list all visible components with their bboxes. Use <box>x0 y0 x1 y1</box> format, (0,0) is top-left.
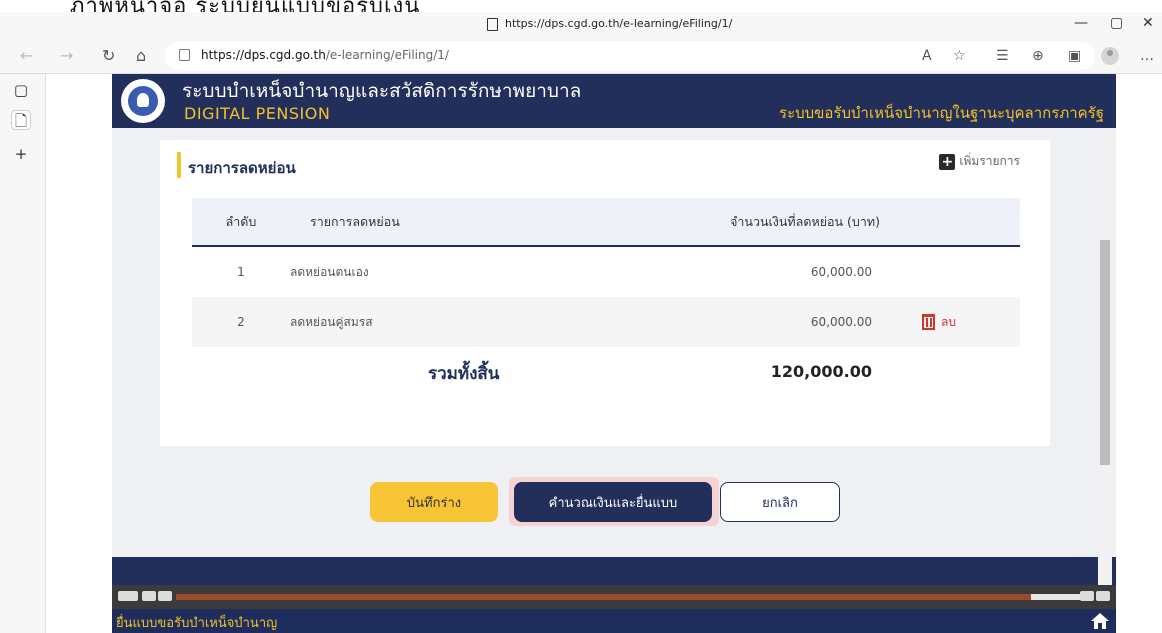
table-header: ลำดับ รายการลดหย่อน จำนวนเงินที่ลดหย่อน … <box>192 198 1020 247</box>
total-label: รวมทั้งสิ้น <box>428 364 500 384</box>
deduction-card: รายการลดหย่อน + เพิ่มรายการ ลำดับ รายการล… <box>160 140 1050 446</box>
tab-actions-icon[interactable]: ▢ <box>11 80 31 100</box>
partial-caption: ภาพหน้าจอ ระบบยื่นแบบขอรับเงิน <box>0 0 1162 12</box>
row-index: 2 <box>237 315 245 329</box>
scrollbar-thumb[interactable] <box>1100 240 1110 465</box>
section-title: รายการลดหย่อน <box>188 159 296 177</box>
url-bar[interactable]: https://dps.cgd.go.th/e-learning/eFiling… <box>165 42 1095 70</box>
window-titlebar: https://dps.cgd.go.th/e-learning/eFiling… <box>0 12 1162 38</box>
web-page: ระบบบำเหน็จบำนาญและสวัสดิการรักษาพยาบาล … <box>112 74 1116 633</box>
prev-icon[interactable] <box>142 591 156 601</box>
lock-icon <box>179 49 190 61</box>
home-icon[interactable]: ⌂ <box>136 46 146 65</box>
refresh-icon[interactable]: ↻ <box>102 46 115 65</box>
system-name: ระบบบำเหน็จบำนาญและสวัสดิการรักษาพยาบาล <box>182 80 582 102</box>
cancel-button[interactable]: ยกเลิก <box>720 482 840 522</box>
table-row: 2 ลดหย่อนคู่สมรส 60,000.00 ลบ <box>192 297 1020 347</box>
table-row: 1 ลดหย่อนตนเอง 60,000.00 <box>192 247 1020 297</box>
plus-icon: + <box>939 153 956 170</box>
deduction-table: ลำดับ รายการลดหย่อน จำนวนเงินที่ลดหย่อน … <box>192 198 1020 347</box>
module-title: ยื่นแบบขอรับบำเหน็จบำนาญ <box>116 616 278 631</box>
read-aloud-icon[interactable]: A <box>922 48 932 64</box>
minimize-icon[interactable]: — <box>1074 15 1088 31</box>
row-amount: 60,000.00 <box>810 265 872 279</box>
collections-icon[interactable]: ⊕ <box>1032 48 1044 64</box>
add-item-button[interactable]: + เพิ่มรายการ <box>939 152 1020 172</box>
site-header: ระบบบำเหน็จบำนาญและสวัสดิการรักษาพยาบาล … <box>112 74 1116 128</box>
section-accent <box>177 152 181 178</box>
volume-icon[interactable] <box>1080 591 1094 601</box>
close-icon[interactable]: ✕ <box>1142 15 1154 31</box>
trash-icon <box>922 314 935 330</box>
home-icon[interactable] <box>1090 611 1110 631</box>
url-text: https://dps.cgd.go.th/e-learning/eFiling… <box>201 48 449 62</box>
system-subtitle: DIGITAL PENSION <box>184 104 331 123</box>
row-item: ลดหย่อนคู่สมรส <box>290 314 373 329</box>
page-icon <box>487 18 498 31</box>
col-item: รายการลดหย่อน <box>310 213 400 229</box>
forward-icon[interactable]: → <box>60 46 73 65</box>
more-icon[interactable]: … <box>1140 48 1154 64</box>
module-status-bar: ยื่นแบบขอรับบำเหน็จบำนาญ <box>112 609 1116 633</box>
favorite-add-icon[interactable]: ☆ <box>953 48 966 64</box>
row-item: ลดหย่อนตนเอง <box>290 264 369 279</box>
restore-icon[interactable]: ▢ <box>1110 15 1123 31</box>
header-right-text: ระบบขอรับบำเหน็จบำนาญในฐานะบุคลากรภาครัฐ <box>779 104 1104 122</box>
col-amount: จำนวนเงินที่ลดหย่อน (บาท) <box>730 213 880 229</box>
window-title: https://dps.cgd.go.th/e-learning/eFiling… <box>505 17 733 30</box>
menu-icon[interactable] <box>1096 591 1110 601</box>
vertical-tab-sidebar: ▢ 🗋 + <box>0 74 46 633</box>
new-tab-icon[interactable]: + <box>11 144 31 164</box>
col-index: ลำดับ <box>225 213 257 229</box>
total-value: 120,000.00 <box>770 362 872 381</box>
save-draft-button[interactable]: บันทึกร่าง <box>370 482 498 522</box>
back-icon[interactable]: ← <box>20 46 33 65</box>
current-tab-icon[interactable]: 🗋 <box>11 110 31 130</box>
delete-button[interactable]: ลบ <box>922 297 1012 347</box>
row-index: 1 <box>237 265 245 279</box>
media-player-bar <box>112 585 1116 609</box>
next-icon[interactable] <box>158 591 172 601</box>
favorites-icon[interactable]: ☰ <box>996 48 1009 64</box>
garuda-logo <box>121 79 165 123</box>
calculate-submit-button[interactable]: คำนวณเงินและยื่นแบบ <box>514 482 712 522</box>
progress-fill <box>176 594 1031 600</box>
extensions-icon[interactable]: ▣ <box>1068 48 1081 64</box>
profile-avatar[interactable] <box>1101 47 1119 65</box>
browser-toolbar: ← → ↻ ⌂ https://dps.cgd.go.th/e-learning… <box>0 38 1162 74</box>
row-amount: 60,000.00 <box>810 315 872 329</box>
play-icon[interactable] <box>118 591 138 601</box>
vertical-scrollbar[interactable] <box>1098 128 1112 590</box>
